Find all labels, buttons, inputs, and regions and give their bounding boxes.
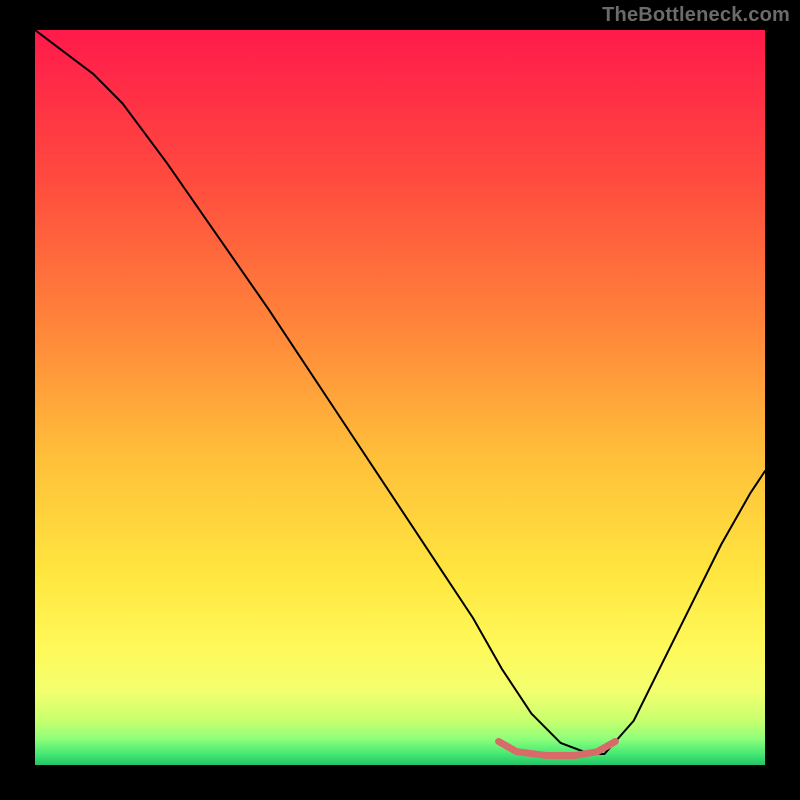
- plot-background: [35, 30, 765, 765]
- chart-svg: [0, 0, 800, 800]
- chart-wrap: TheBottleneck.com: [0, 0, 800, 800]
